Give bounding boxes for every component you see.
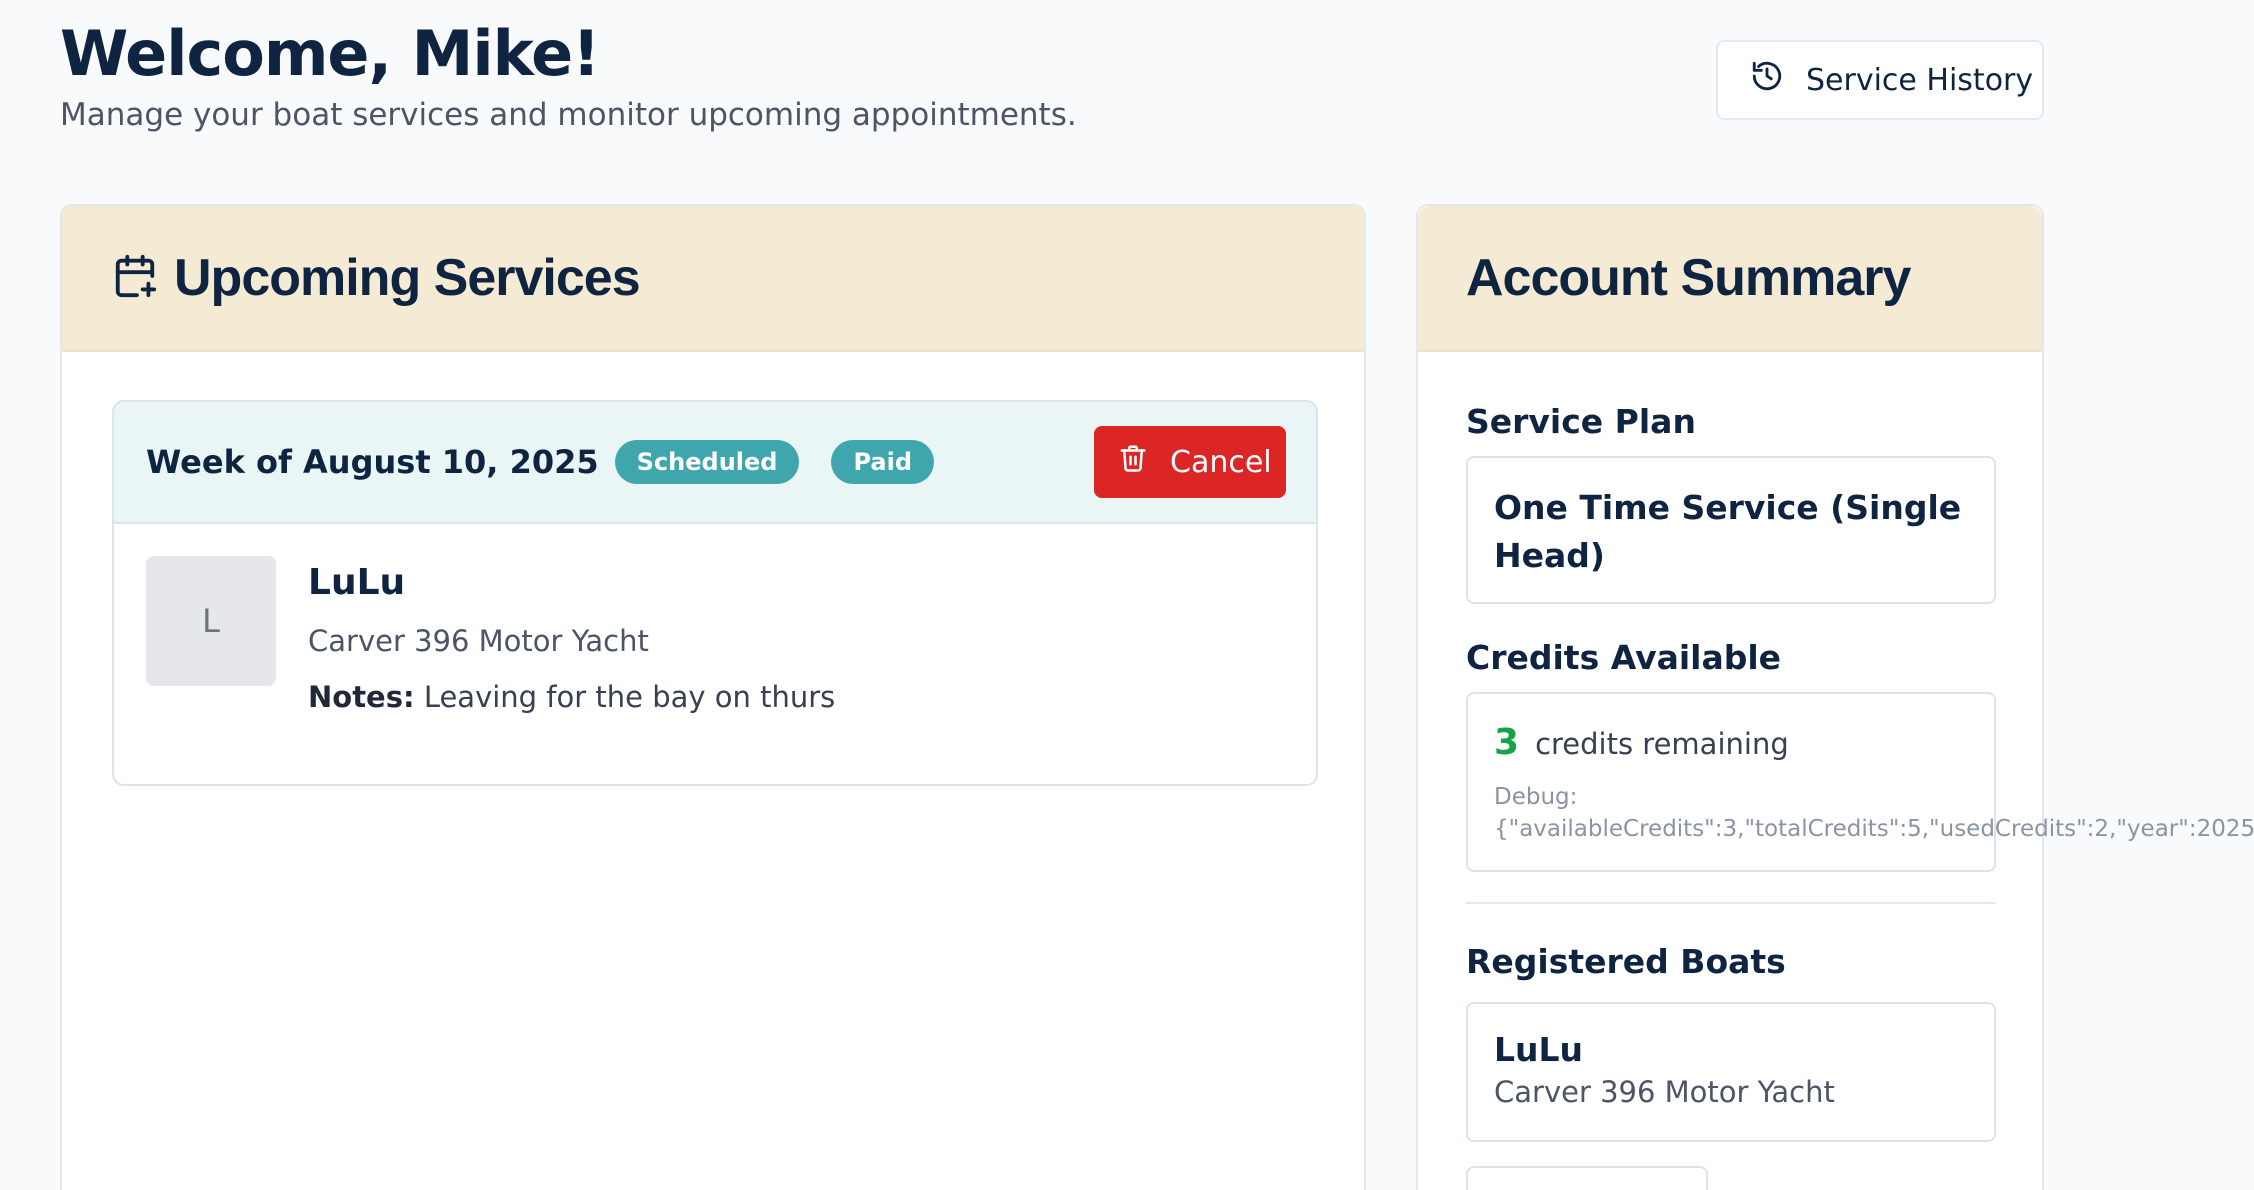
upcoming-services-header: Upcoming Services <box>62 206 1364 352</box>
credits-count: 3 <box>1494 722 1520 763</box>
account-summary-header: Account Summary <box>1418 206 2042 352</box>
service-week: Week of August 10, 2025 <box>146 443 599 481</box>
calendar-plus-icon <box>112 253 158 303</box>
boat-avatar: L <box>146 556 276 686</box>
notes-label: Notes: <box>308 680 415 714</box>
cancel-button[interactable]: Cancel <box>1094 426 1286 498</box>
notes-text: Leaving for the bay on thurs <box>423 680 836 714</box>
registered-boat-name: LuLu <box>1494 1030 1584 1069</box>
dashboard-page: Welcome, Mike! Manage your boat services… <box>0 0 2254 1190</box>
credits-available-label: Credits Available <box>1466 638 1782 677</box>
debug-info: Debug: {"availableCredits":3,"totalCredi… <box>1494 781 2254 845</box>
debug-value: {"availableCredits":3,"totalCredits":5,"… <box>1494 816 2254 842</box>
registered-boats-label: Registered Boats <box>1466 942 1786 981</box>
credits-line: 3 credits remaining <box>1494 722 1968 763</box>
service-boat-model: Carver 396 Motor Yacht <box>308 624 649 658</box>
service-boat-details: L LuLu Carver 396 Motor Yacht Notes: Lea… <box>114 524 1316 784</box>
upcoming-services-title: Upcoming Services <box>174 249 641 307</box>
service-plan-box: One Time Service (Single Head) <box>1466 456 1996 604</box>
service-item: Week of August 10, 2025 Scheduled Paid C… <box>112 400 1318 786</box>
service-history-label: Service History <box>1806 62 2034 98</box>
page-title: Welcome, Mike! <box>60 17 600 90</box>
upcoming-services-card: Upcoming Services Week of August 10, 202… <box>60 204 1366 1190</box>
partial-button[interactable] <box>1466 1166 1708 1190</box>
service-notes: Notes: Leaving for the bay on thurs <box>308 680 835 714</box>
status-badge: Scheduled <box>614 440 800 484</box>
account-summary-title: Account Summary <box>1466 249 1911 307</box>
account-summary-card: Account Summary Service Plan One Time Se… <box>1416 204 2254 1190</box>
history-icon <box>1750 59 1784 101</box>
credits-box: 3 credits remaining Debug: {"availableCr… <box>1466 692 2254 872</box>
section-divider <box>1466 902 1996 904</box>
registered-boat-item: LuLu Carver 396 Motor Yacht <box>1466 1002 1996 1142</box>
page-subtitle: Manage your boat services and monitor up… <box>60 97 1077 133</box>
payment-badge: Paid <box>831 440 935 484</box>
registered-boat-model: Carver 396 Motor Yacht <box>1494 1075 1835 1109</box>
cancel-label: Cancel <box>1170 444 1272 480</box>
service-item-header: Week of August 10, 2025 Scheduled Paid C… <box>114 402 1316 524</box>
service-boat-name: LuLu <box>308 562 406 603</box>
trash-icon <box>1118 443 1148 481</box>
debug-label: Debug: <box>1494 784 1578 810</box>
service-history-button[interactable]: Service History <box>1716 40 2044 120</box>
credits-remaining-text: credits remaining <box>1535 727 1789 761</box>
service-plan-label: Service Plan <box>1466 402 1696 441</box>
service-plan-value: One Time Service (Single Head) <box>1494 488 1962 575</box>
